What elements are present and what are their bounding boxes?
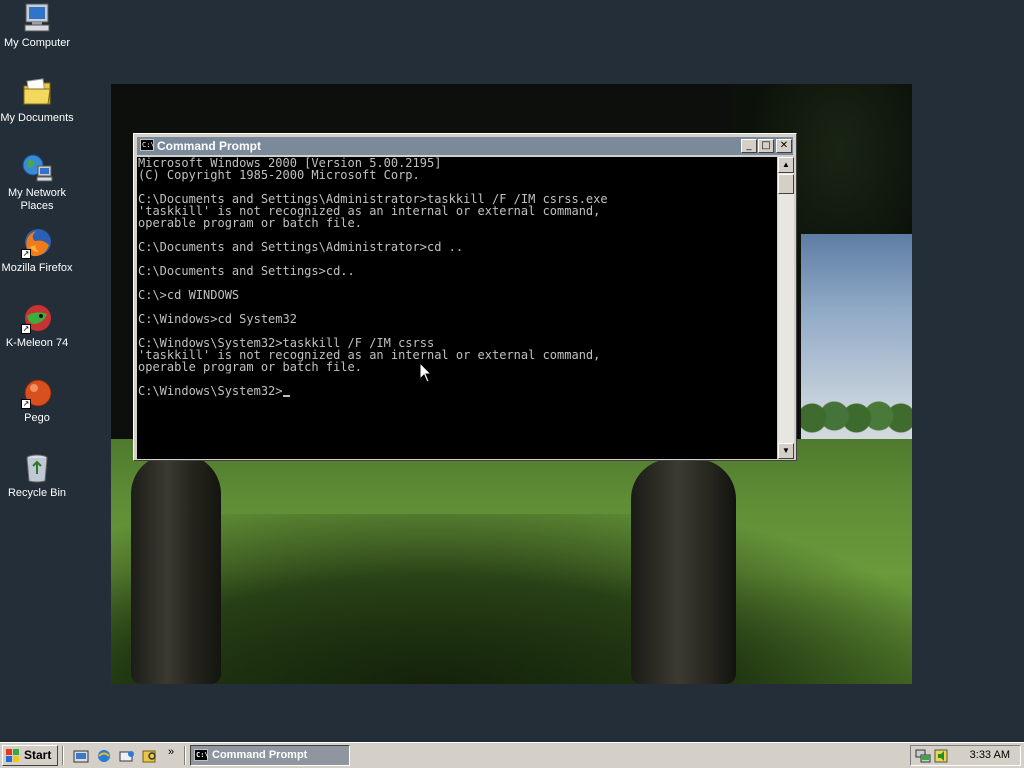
console-text: Microsoft Windows 2000 [Version 5.00.219…	[137, 157, 777, 397]
mouse-pointer-icon	[420, 363, 432, 383]
desktop-icon-label: Mozilla Firefox	[1, 262, 73, 274]
window-title: Command Prompt	[157, 139, 262, 153]
search-icon[interactable]	[142, 748, 158, 764]
desktop-icon-label: My Network Places	[7, 187, 67, 212]
console-icon[interactable]: C:\	[140, 139, 155, 151]
console-cursor	[282, 395, 290, 397]
shortcut-arrow-icon: ↗	[21, 324, 31, 334]
taskbar-separator	[184, 746, 186, 765]
console-line: C:\>cd WINDOWS	[138, 288, 240, 302]
desktop-icon-k-meleon[interactable]: ↗ K-Meleon 74	[0, 302, 74, 350]
console-line: C:\Windows>cd System32	[138, 312, 297, 326]
internet-explorer-icon[interactable]	[96, 748, 112, 764]
shortcut-arrow-icon: ↗	[21, 249, 31, 259]
outlook-express-icon[interactable]	[119, 748, 135, 764]
wallpaper-shadow	[111, 514, 912, 684]
desktop-icon-mozilla-firefox[interactable]: ↗ Mozilla Firefox	[0, 227, 74, 275]
desktop-icon-my-network-places[interactable]: My Network Places	[0, 152, 74, 213]
console-line: (C) Copyright 1985-2000 Microsoft Corp.	[138, 168, 420, 182]
maximize-button[interactable]: □	[758, 139, 774, 153]
taskbar-button-command-prompt[interactable]: C:\ Command Prompt	[190, 745, 350, 766]
command-prompt-window[interactable]: C:\ Command Prompt _ □ ✕ Microsoft Windo…	[133, 133, 797, 461]
recycle-bin-icon	[21, 452, 53, 484]
window-titlebar[interactable]: C:\ Command Prompt _ □ ✕	[137, 137, 793, 155]
desktop-icon-label: K-Meleon 74	[5, 337, 69, 349]
show-desktop-icon[interactable]	[73, 748, 89, 764]
close-button[interactable]: ✕	[776, 139, 792, 153]
console-icon: C:\	[194, 749, 209, 761]
firefox-icon: ↗	[21, 227, 53, 259]
desktop-icon-pego[interactable]: ↗ Pego	[0, 377, 74, 425]
console-line: C:\Documents and Settings>cd..	[138, 264, 355, 278]
scroll-up-button[interactable]: ▲	[778, 157, 794, 173]
windows-logo-icon	[6, 749, 19, 762]
console-line: C:\Documents and Settings\Administrator>…	[138, 240, 464, 254]
wallpaper-tree-trunk	[131, 454, 221, 684]
desktop-icon-my-documents[interactable]: My Documents	[0, 77, 74, 125]
network-icon	[21, 152, 53, 184]
k-meleon-icon: ↗	[21, 302, 53, 334]
taskbar: Start » C:\ Command Prompt 3:33 AM	[0, 742, 1024, 768]
console-line: C:\Windows\System32>	[138, 384, 283, 398]
console-line: operable program or batch file.	[138, 216, 362, 230]
network-tray-icon[interactable]	[915, 748, 931, 764]
quick-launch-more-chevron[interactable]: »	[168, 746, 174, 758]
scroll-down-button[interactable]: ▼	[778, 443, 794, 459]
minimize-button[interactable]: _	[741, 139, 757, 153]
wallpaper-hedge	[801, 394, 912, 434]
pego-icon: ↗	[21, 377, 53, 409]
computer-icon	[21, 2, 53, 34]
clock[interactable]: 3:33 AM	[970, 749, 1010, 761]
shortcut-arrow-icon: ↗	[21, 399, 31, 409]
desktop-icon-label: Pego	[24, 412, 50, 424]
scroll-thumb[interactable]	[778, 174, 794, 194]
taskbar-separator	[62, 746, 64, 765]
taskbar-button-label: Command Prompt	[212, 749, 308, 761]
wallpaper-tree-trunk	[631, 459, 736, 684]
console-line: operable program or batch file.	[138, 360, 362, 374]
desktop-icon-label: Recycle Bin	[7, 487, 67, 499]
start-label: Start	[24, 748, 52, 762]
volume-tray-icon[interactable]	[933, 748, 949, 764]
folder-icon	[21, 77, 53, 109]
system-tray: 3:33 AM	[910, 745, 1021, 766]
desktop-icon-label: My Computer	[3, 37, 71, 49]
console-output[interactable]: Microsoft Windows 2000 [Version 5.00.219…	[137, 157, 777, 459]
start-button[interactable]: Start	[2, 745, 58, 766]
desktop-icon-my-computer[interactable]: My Computer	[0, 2, 74, 50]
desktop-icon-recycle-bin[interactable]: Recycle Bin	[0, 452, 74, 500]
vertical-scrollbar[interactable]: ▲ ▼	[778, 157, 794, 459]
desktop-icon-label: My Documents	[0, 112, 74, 124]
